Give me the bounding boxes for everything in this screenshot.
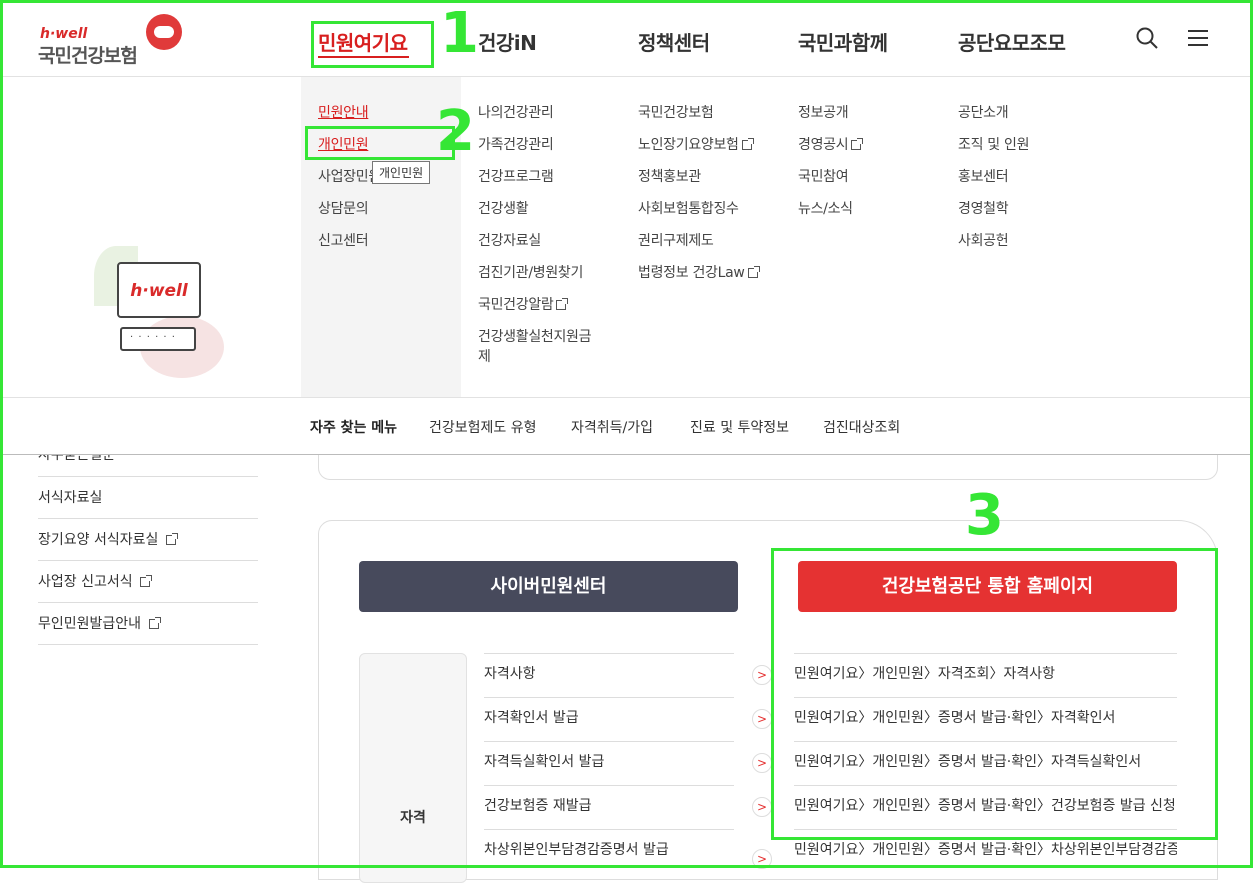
lnb-ltc-forms[interactable]: 장기요양 서식자료실 [38, 519, 258, 561]
frequent-menu-title: 자주 찾는 메뉴 [310, 420, 398, 436]
external-link-icon [556, 298, 569, 310]
table-row-name[interactable]: 건강보험증 재발급 [484, 785, 734, 829]
menu-consult[interactable]: 상담문의 [318, 199, 381, 231]
left-nav: 자주묻는질문 서식자료실 장기요양 서식자료실 사업장 신고서식 무인민원발급안… [38, 455, 258, 645]
menu-news[interactable]: 뉴스/소식 [798, 199, 861, 231]
cyber-center-button[interactable]: 사이버민원센터 [359, 561, 738, 612]
gnb-with-citizens[interactable]: 국민과함께 [798, 27, 888, 56]
freq-item-qualification[interactable]: 자격취득/가입 [571, 417, 653, 437]
menu-health-support-label-2: 제 [478, 349, 491, 365]
lnb-kiosk-label: 무인민원발급안내 [38, 616, 142, 632]
chevron-right-icon[interactable]: > [752, 849, 772, 869]
category-label-box: 자격 [359, 653, 467, 883]
menu-intro[interactable]: 공단소개 [958, 103, 1029, 135]
freq-item-system-type[interactable]: 건강보험제도 유형 [429, 417, 537, 437]
menu-policy-pr[interactable]: 정책홍보관 [638, 167, 758, 199]
external-link-icon [165, 533, 178, 545]
menu-management-disclosure-label: 경영공시 [798, 137, 849, 153]
content-box-top [318, 455, 1218, 480]
annotation-number-3: 3 [965, 483, 1004, 548]
keyboard-icon [120, 327, 196, 351]
table-row-name[interactable]: 자격사항 [484, 653, 734, 697]
chevron-right-icon[interactable]: > [752, 665, 772, 685]
logo-en: h·well [40, 26, 88, 42]
freq-item-treatment[interactable]: 진료 및 투약정보 [690, 417, 789, 437]
freq-item-checkup[interactable]: 검진대상조회 [823, 417, 900, 437]
lnb-kiosk[interactable]: 무인민원발급안내 [38, 603, 258, 645]
menu-rights-relief[interactable]: 권리구제제도 [638, 231, 758, 263]
menu-health-life[interactable]: 건강생활 [478, 199, 591, 231]
chevron-right-icon[interactable]: > [752, 753, 772, 773]
table-row-name[interactable]: 자격확인서 발급 [484, 697, 734, 741]
logo-mark-icon [146, 14, 182, 50]
menu-law-info[interactable]: 법령정보 건강Law [638, 263, 760, 295]
menu-pr-center[interactable]: 홍보센터 [958, 167, 1029, 199]
logo[interactable]: h·well 국민건강보험 [38, 14, 188, 67]
mega-col-about: 공단소개 조직 및 인원 홍보센터 경영철학 사회공헌 [958, 103, 1030, 263]
logo-ko: 국민건강보험 [38, 45, 138, 67]
menu-family-health[interactable]: 가족건강관리 [478, 135, 591, 167]
external-link-icon [140, 575, 153, 587]
annotation-number-1: 1 [440, 1, 479, 66]
menu-health-alarm[interactable]: 국민건강알람 [478, 295, 591, 327]
gnb-health-in[interactable]: 건강iN [478, 27, 537, 56]
mega-col-policy: 국민건강보험 노인장기요양보험 정책홍보관 사회보험통합징수 권리구제제도 법령… [638, 103, 760, 295]
external-link-icon [741, 138, 754, 150]
mega-col-citizens: 정보공개 경영공시 국민참여 뉴스/소식 [798, 103, 864, 231]
menu-find-hospital[interactable]: 검진기관/병원찾기 [478, 263, 591, 295]
annotation-number-2: 2 [436, 99, 475, 164]
lnb-business-forms-label: 사업장 신고서식 [38, 574, 133, 590]
table-row-name[interactable]: 자격득실확인서 발급 [484, 741, 734, 785]
menu-report-center[interactable]: 신고센터 [318, 231, 381, 263]
external-link-icon [148, 617, 161, 629]
table-row-name[interactable]: 차상위본인부담경감증명서 발급 [484, 829, 734, 873]
lnb-ltc-forms-label: 장기요양 서식자료실 [38, 532, 159, 548]
menu-health-alarm-label: 국민건강알람 [478, 297, 554, 313]
tooltip: 개인민원 [372, 161, 431, 184]
external-link-icon [851, 138, 864, 150]
lnb-business-forms[interactable]: 사업장 신고서식 [38, 561, 258, 603]
mega-col-health: 나의건강관리 가족건강관리 건강프로그램 건강생활 건강자료실 검진기관/병원찾… [478, 103, 592, 367]
gnb-policy-center[interactable]: 정책센터 [638, 27, 710, 56]
menu-my-health[interactable]: 나의건강관리 [478, 103, 591, 135]
menu-organization[interactable]: 조직 및 인원 [958, 135, 1030, 167]
illus-logo-text: h·well [130, 281, 188, 301]
menu-nhi[interactable]: 국민건강보험 [638, 103, 758, 135]
annotation-box-3 [771, 548, 1218, 840]
menu-participation[interactable]: 국민참여 [798, 167, 861, 199]
menu-health-library[interactable]: 건강자료실 [478, 231, 591, 263]
menu-health-program[interactable]: 건강프로그램 [478, 167, 591, 199]
menu-disclosure[interactable]: 정보공개 [798, 103, 861, 135]
lnb-faq[interactable]: 자주묻는질문 [38, 455, 258, 477]
lnb-forms[interactable]: 서식자료실 [38, 477, 258, 519]
menu-management-disclosure[interactable]: 경영공시 [798, 135, 864, 167]
chevron-right-icon[interactable]: > [752, 709, 772, 729]
menu-health-support[interactable]: 건강생활실천지원금제 [478, 327, 592, 367]
menu-integrated-collection[interactable]: 사회보험통합징수 [638, 199, 758, 231]
hwell-illustration: h·well [90, 242, 230, 382]
header: h·well 국민건강보험 민원여기요 건강iN 정책센터 국민과함께 공단요모… [0, 0, 1253, 77]
menu-ltc-label: 노인장기요양보험 [638, 137, 739, 153]
menu-law-info-label: 법령정보 건강Law [638, 265, 745, 281]
gnb-about[interactable]: 공단요모조모 [958, 27, 1066, 56]
frequent-menu-bar: 자주 찾는 메뉴 건강보험제도 유형 자격취득/가입 진료 및 투약정보 검진대… [0, 397, 1253, 455]
annotation-box-2 [305, 126, 455, 160]
menu-social-contribution[interactable]: 사회공헌 [958, 231, 1029, 263]
category-label: 자격 [400, 810, 426, 826]
menu-ltc[interactable]: 노인장기요양보험 [638, 135, 758, 167]
menu-philosophy[interactable]: 경영철학 [958, 199, 1029, 231]
mega-menu: h·well 민원안내 개인민원 사업장민원 상담문의 신고센터 나의건강관리 … [0, 77, 1253, 397]
hamburger-menu-icon[interactable] [1188, 30, 1208, 46]
external-link-icon [747, 266, 760, 278]
annotation-box-1 [311, 21, 434, 68]
chevron-right-icon[interactable]: > [752, 797, 772, 817]
menu-health-support-label-1: 건강생활실천지원금 [478, 329, 592, 345]
search-icon[interactable] [1136, 27, 1158, 49]
